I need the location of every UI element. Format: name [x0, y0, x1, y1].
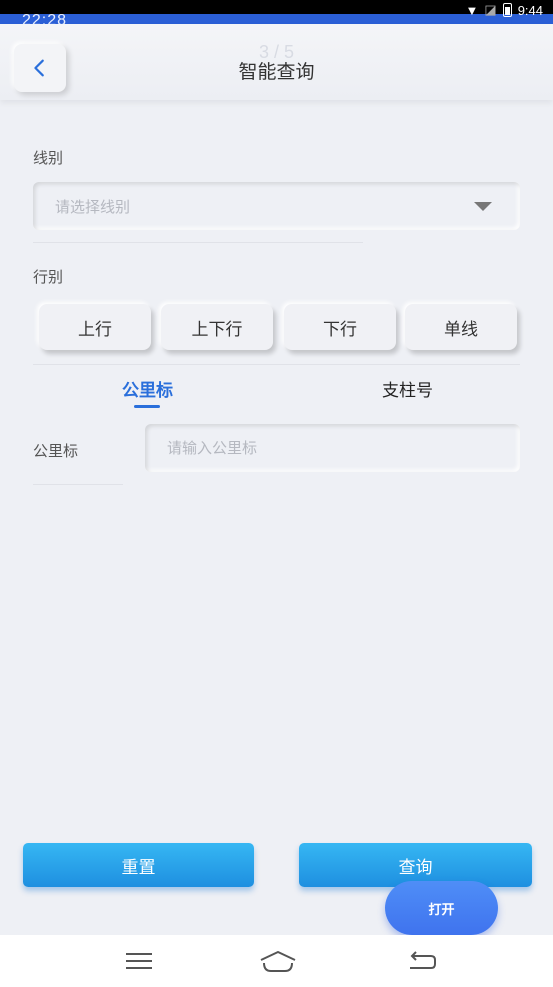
menu-nav-button[interactable]	[121, 947, 157, 975]
menu-icon	[126, 953, 152, 969]
active-tab-indicator	[134, 405, 160, 408]
direction-label: 行别	[33, 268, 64, 286]
back-nav-icon	[410, 951, 436, 969]
direction-button-both[interactable]: 上下行	[161, 304, 273, 350]
battery-icon	[502, 3, 512, 17]
divider	[33, 484, 123, 485]
tab-km-marker[interactable]: 公里标	[100, 376, 195, 401]
km-input[interactable]	[145, 424, 520, 472]
back-nav-button[interactable]	[404, 947, 440, 975]
home-nav-button[interactable]	[258, 947, 298, 975]
line-select-placeholder: 请选择线别	[55, 198, 131, 216]
no-sim-icon: ◪	[484, 2, 497, 17]
km-label: 公里标	[33, 442, 79, 460]
status-time: 9:44	[517, 2, 543, 18]
caret-down-icon	[474, 202, 492, 211]
direction-button-down[interactable]: 下行	[284, 304, 396, 350]
app-header: 3 / 5 智能查询	[0, 24, 553, 100]
status-icons: ▼ ◪ 9:44	[466, 2, 543, 18]
line-select[interactable]: 请选择线别	[33, 182, 520, 230]
line-label: 线别	[33, 149, 64, 167]
page-title: 智能查询	[238, 61, 315, 83]
reset-button[interactable]: 重置	[23, 843, 254, 887]
status-bar: 22:28 ▼ ◪ 9:44	[0, 0, 553, 29]
open-floating-button[interactable]: 打开	[385, 881, 498, 935]
home-icon	[260, 951, 296, 972]
direction-button-single[interactable]: 单线	[405, 304, 517, 350]
tab-pole-number[interactable]: 支柱号	[360, 376, 455, 401]
divider	[33, 364, 520, 365]
direction-button-up[interactable]: 上行	[39, 304, 151, 350]
divider	[33, 242, 363, 243]
wifi-icon: ▼	[465, 2, 479, 18]
system-nav-bar	[0, 935, 553, 987]
